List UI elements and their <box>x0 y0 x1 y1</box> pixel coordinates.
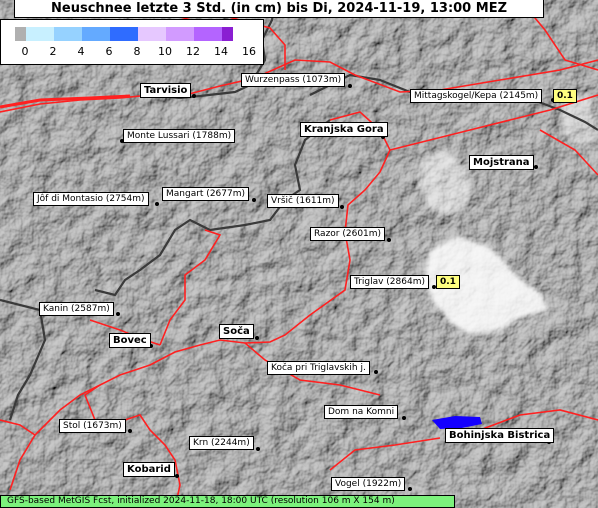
map-title: Neuschnee letzte 3 Std. (in cm) bis Di, … <box>14 0 544 18</box>
legend-swatch-5 <box>138 27 166 41</box>
legend-swatch-7 <box>194 27 222 41</box>
legend-swatch-0 <box>15 27 26 41</box>
legend-swatch-8 <box>222 27 233 41</box>
legend-label: 4 <box>77 45 85 58</box>
place-label-vogel: Vogel (1922m) <box>331 477 406 491</box>
legend-color-bar <box>15 27 233 41</box>
legend-label: 8 <box>133 45 141 58</box>
town-label-bohinjska-bistrica: Bohinjska Bistrica <box>445 428 555 443</box>
place-label-mangart: Mangart (2677m) <box>162 187 249 201</box>
town-label-kobarid: Kobarid <box>123 462 175 477</box>
legend: 0 2 4 6 8 10 12 14 16 <box>0 19 264 65</box>
place-label-dom-na-komni: Dom na Komni <box>324 405 399 419</box>
value-badge-triglav: 0.1 <box>436 275 460 289</box>
legend-swatch-4 <box>110 27 138 41</box>
legend-label: 0 <box>21 45 29 58</box>
legend-swatch-6 <box>166 27 194 41</box>
town-label-kranjska-gora: Kranjska Gora <box>300 122 388 137</box>
legend-label: 12 <box>186 45 200 58</box>
place-label-kanin: Kanin (2587m) <box>39 302 114 316</box>
legend-label: 10 <box>158 45 172 58</box>
town-label-mojstrana: Mojstrana <box>469 155 534 170</box>
place-label-triglav: Triglav (2864m) <box>350 275 429 289</box>
legend-label: 2 <box>49 45 57 58</box>
legend-swatch-2 <box>54 27 82 41</box>
legend-label: 16 <box>242 45 256 58</box>
place-label-krn: Krn (2244m) <box>189 436 254 450</box>
place-label-razor: Razor (2601m) <box>310 227 386 241</box>
legend-swatch-3 <box>82 27 110 41</box>
town-label-bovec: Bovec <box>109 333 151 348</box>
snow-map: Neuschnee letzte 3 Std. (in cm) bis Di, … <box>0 0 598 508</box>
place-label-vrsic: Vršič (1611m) <box>267 194 339 208</box>
town-label-soca: Soča <box>219 324 254 339</box>
value-badge-mittagskogel: 0.1 <box>553 89 577 103</box>
place-label-koca: Koča pri Triglavskih j. <box>267 361 370 375</box>
footer-info: GFS-based MetGIS Fcst, initialized 2024-… <box>0 495 455 508</box>
legend-label: 6 <box>105 45 113 58</box>
place-label-stol: Stol (1673m) <box>59 419 126 433</box>
legend-swatch-1 <box>26 27 54 41</box>
legend-label: 14 <box>214 45 228 58</box>
legend-labels: 0 2 4 6 8 10 12 14 16 <box>1 45 263 59</box>
place-label-jof-di-montasio: Jôf di Montasio (2754m) <box>33 192 149 206</box>
place-label-monte-lussari: Monte Lussari (1788m) <box>123 129 236 143</box>
place-label-wurzenpass: Wurzenpass (1073m) <box>241 73 346 87</box>
town-label-tarvisio: Tarvisio <box>140 83 192 98</box>
place-label-mittagskogel: Mittagskogel/Kepa (2145m) <box>410 89 543 103</box>
